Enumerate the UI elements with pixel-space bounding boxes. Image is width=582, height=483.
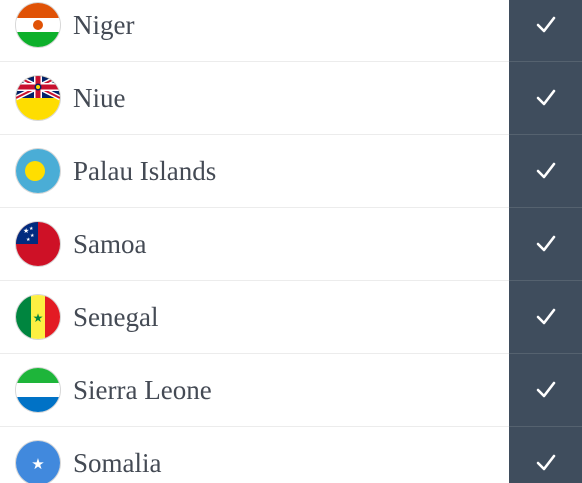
svg-text:★: ★	[31, 455, 44, 473]
country-name: Somalia	[73, 448, 162, 478]
select-toggle-button[interactable]	[509, 427, 582, 483]
palau-flag-icon	[16, 149, 60, 193]
country-name: Niue	[73, 83, 126, 113]
check-icon	[536, 235, 556, 252]
select-toggle-button[interactable]	[509, 208, 582, 281]
check-icon	[536, 16, 556, 33]
country-name: Sierra Leone	[73, 375, 212, 405]
somalia-flag-icon: ★	[16, 441, 60, 483]
select-toggle-button[interactable]	[509, 354, 582, 427]
list-item[interactable]: ★ ★ ★ ★ Samoa	[0, 208, 582, 281]
list-item[interactable]: ★ Senegal	[0, 281, 582, 354]
country-name: Palau Islands	[73, 156, 217, 186]
country-name: Samoa	[73, 229, 147, 259]
list-item[interactable]: Niue	[0, 62, 582, 135]
svg-text:★: ★	[33, 311, 44, 325]
niger-flag-icon	[16, 3, 60, 47]
list-item[interactable]: Palau Islands	[0, 135, 582, 208]
select-toggle-button[interactable]	[509, 0, 582, 62]
list-item[interactable]: ★ Somalia	[0, 427, 582, 483]
select-toggle-button[interactable]	[509, 62, 582, 135]
country-name: Niger	[73, 10, 135, 40]
country-name: Senegal	[73, 302, 159, 332]
list-item[interactable]: Niger	[0, 0, 582, 62]
check-icon	[536, 308, 556, 325]
check-icon	[536, 89, 556, 106]
list-item[interactable]: Sierra Leone	[0, 354, 582, 427]
check-icon	[536, 162, 556, 179]
select-toggle-button[interactable]	[509, 135, 582, 208]
check-icon	[536, 454, 556, 471]
svg-text:★: ★	[26, 237, 31, 243]
svg-text:★: ★	[29, 226, 34, 232]
check-icon	[536, 381, 556, 398]
senegal-flag-icon: ★	[16, 295, 60, 339]
sierra-leone-flag-icon	[16, 368, 60, 412]
samoa-flag-icon: ★ ★ ★ ★	[16, 222, 60, 266]
niue-flag-icon	[16, 76, 60, 120]
svg-text:★: ★	[30, 233, 35, 239]
country-list: Niger Niue Palau Islands ★ ★ ★ ★ Samoa ★…	[0, 0, 582, 483]
select-toggle-button[interactable]	[509, 281, 582, 354]
